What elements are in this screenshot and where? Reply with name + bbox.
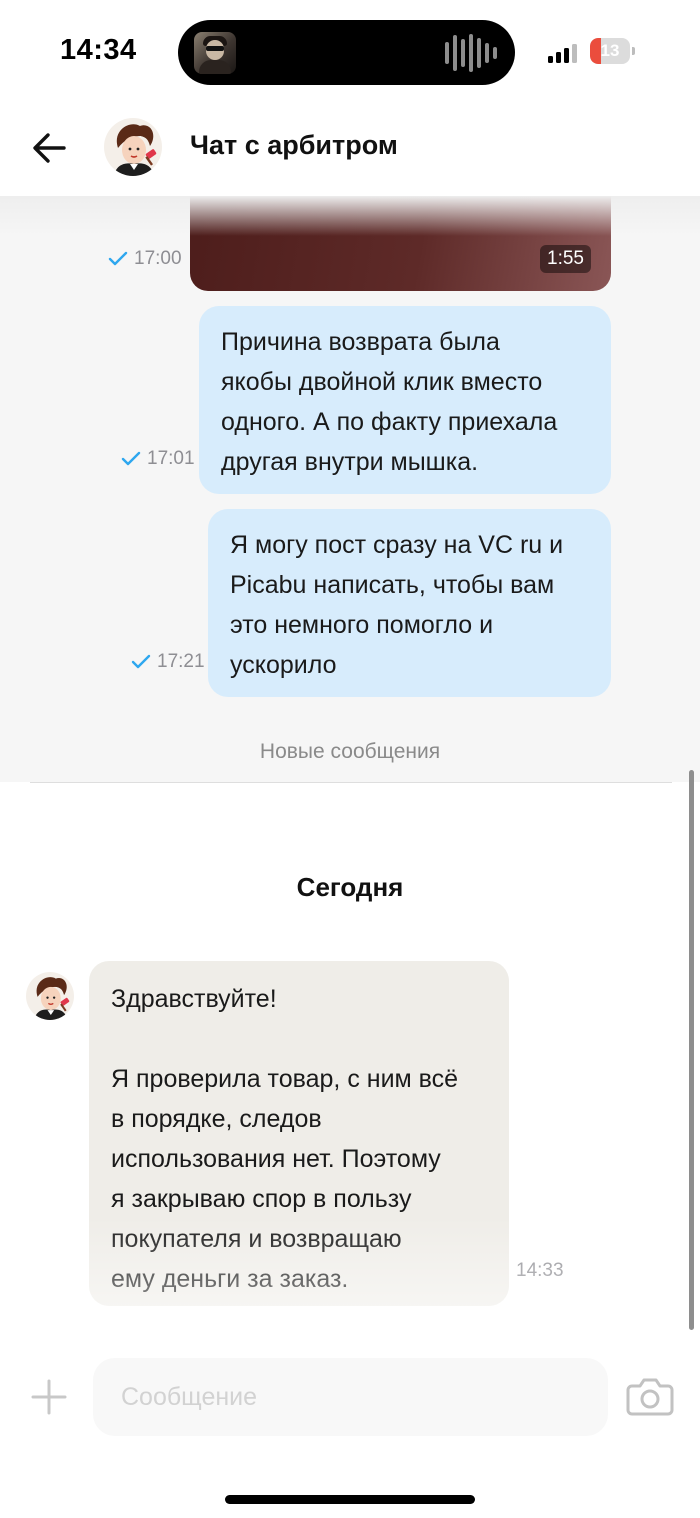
date-label: Сегодня	[296, 872, 404, 902]
message-line: ускорило	[230, 651, 337, 679]
now-playing-artwork-icon	[194, 32, 236, 74]
video-duration: 1:55	[540, 245, 591, 273]
new-messages-divider	[30, 782, 672, 783]
read-check-icon	[121, 451, 141, 466]
home-indicator[interactable]	[225, 1495, 475, 1504]
message-meta: 17:00	[108, 248, 182, 270]
message-time: 17:21	[157, 651, 205, 672]
arbiter-avatar[interactable]	[26, 972, 74, 1020]
message-line: якобы двойной клик вместо	[221, 368, 543, 396]
message-line: Здравствуйте!	[111, 985, 277, 1013]
new-messages-label: Новые сообщения	[259, 740, 441, 763]
message-line: покупателя и возвращаю	[111, 1225, 402, 1253]
message-meta: 17:01	[121, 448, 195, 470]
attach-button[interactable]	[30, 1378, 68, 1416]
message-line: Picabu написать, чтобы вам	[230, 571, 555, 599]
outgoing-message-bubble[interactable]: Причина возврата была якобы двойной клик…	[199, 306, 611, 494]
message-line: одного. А по факту приехала	[221, 408, 558, 436]
message-time: 17:00	[134, 248, 182, 269]
back-button[interactable]	[26, 124, 74, 172]
message-meta: 17:21	[131, 651, 205, 673]
battery-charging-icon: 13	[590, 38, 636, 64]
message-input[interactable]	[93, 1358, 608, 1436]
camera-icon	[626, 1378, 674, 1416]
message-line: это немного помогло и	[230, 611, 494, 639]
chat-title: Чат с арбитром	[190, 130, 398, 160]
arbiter-avatar[interactable]	[104, 118, 162, 176]
message-time: 17:01	[147, 448, 195, 469]
message-time: 14:33	[516, 1260, 564, 1281]
message-line: ему деньги за заказ.	[111, 1265, 349, 1293]
plus-icon	[31, 1379, 67, 1415]
outgoing-message-bubble[interactable]: Я могу пост сразу на VC ru и Picabu напи…	[208, 509, 611, 697]
message-line: другая внутри мышка.	[221, 448, 479, 476]
message-line: в порядке, следов	[111, 1105, 322, 1133]
message-list[interactable]: 1:55 17:00 Причина возврата была якобы д…	[0, 196, 700, 1338]
chat-header: Чат с арбитром	[0, 100, 700, 196]
read-check-icon	[131, 654, 151, 669]
incoming-message-bubble[interactable]: Здравствуйте! Я проверила товар, с ним в…	[89, 961, 509, 1306]
message-line: использования нет. Поэтому	[111, 1145, 441, 1173]
message-line: Я могу пост сразу на VC ru и	[230, 531, 564, 559]
message-meta: 14:33	[516, 1260, 564, 1282]
cellular-signal-icon	[548, 43, 578, 63]
read-check-icon	[108, 251, 128, 266]
battery-level: 13	[600, 41, 620, 60]
dynamic-island[interactable]	[178, 20, 515, 85]
message-line: я закрываю спор в пользу	[111, 1185, 412, 1213]
status-time: 14:34	[60, 34, 137, 66]
status-bar: 14:34 13	[0, 0, 700, 100]
message-line	[111, 1019, 487, 1059]
message-line: Я проверила товар, с ним всё	[111, 1065, 459, 1093]
message-line: Причина возврата была	[221, 328, 500, 356]
composer	[0, 1338, 700, 1518]
arrow-left-icon	[33, 133, 66, 163]
scrollbar[interactable]	[689, 770, 694, 1330]
waveform-icon	[445, 34, 497, 72]
camera-button[interactable]	[626, 1376, 674, 1416]
